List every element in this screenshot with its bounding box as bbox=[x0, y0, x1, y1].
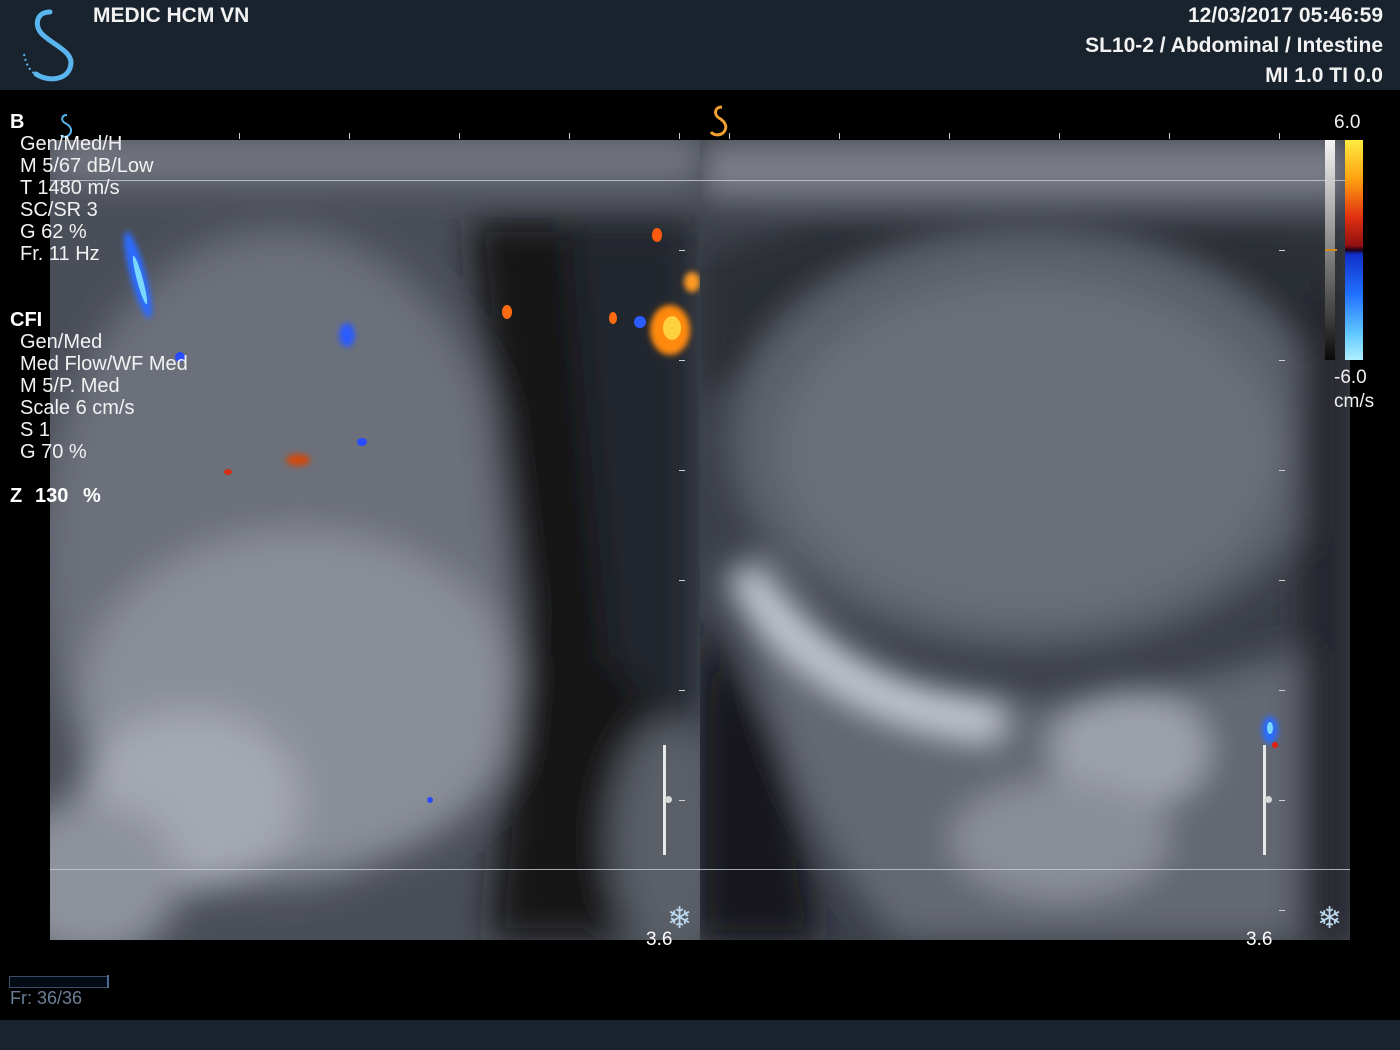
depth-tick bbox=[679, 800, 685, 801]
bmode-param: T 1480 m/s bbox=[20, 177, 120, 199]
depth-tick bbox=[679, 690, 685, 691]
cine-progress-handle[interactable] bbox=[107, 975, 109, 988]
institution-name: MEDIC HCM VN bbox=[93, 4, 250, 27]
bmode-param: SC/SR 3 bbox=[20, 199, 98, 221]
bmode-title: B bbox=[10, 111, 25, 133]
cfi-param: G 70 % bbox=[20, 441, 87, 463]
depth-tick bbox=[679, 470, 685, 471]
cfi-param: M 5/P. Med bbox=[20, 375, 120, 397]
ruler-tick bbox=[569, 133, 570, 139]
depth-tick bbox=[1279, 690, 1285, 691]
exam-datetime: 12/03/2017 05:46:59 bbox=[1188, 4, 1383, 27]
probe-preset: SL10-2 / Abdominal / Intestine bbox=[1085, 34, 1383, 57]
bmode-param: Fr. 11 Hz bbox=[20, 243, 100, 265]
cfi-param: Med Flow/WF Med bbox=[20, 353, 188, 375]
depth-tick bbox=[679, 360, 685, 361]
zoom-value: 130 bbox=[35, 485, 69, 507]
bmode-param: Gen/Med/H bbox=[20, 133, 123, 155]
ruler-tick bbox=[679, 133, 680, 139]
focus-line-top bbox=[50, 180, 1350, 181]
ruler-tick bbox=[459, 133, 460, 139]
depth-scale-marker-right bbox=[1265, 796, 1272, 803]
bmode-param: G 62 % bbox=[20, 221, 87, 243]
depth-value-right: 3.6 bbox=[1246, 929, 1273, 950]
cfi-param: Scale 6 cm/s bbox=[20, 397, 135, 419]
depth-scale-marker-left bbox=[665, 796, 672, 803]
ruler-tick bbox=[1279, 133, 1280, 139]
ultrasound-image-right[interactable] bbox=[700, 140, 1350, 940]
zoom-label: Z bbox=[10, 485, 23, 507]
depth-tick bbox=[1279, 800, 1285, 801]
frame-counter: Fr: 36/36 bbox=[10, 988, 83, 1008]
color-scale-unit: cm/s bbox=[1334, 391, 1375, 412]
depth-tick bbox=[1279, 360, 1285, 361]
footer-bar bbox=[0, 1020, 1400, 1050]
color-scale-min: -6.0 bbox=[1334, 367, 1367, 388]
active-image-marker-icon[interactable] bbox=[706, 104, 734, 138]
ultrasound-image-left[interactable] bbox=[50, 140, 700, 940]
ultrasound-right-graphic bbox=[700, 140, 1350, 940]
cfi-title: CFI bbox=[10, 309, 43, 331]
cine-progress-bar[interactable] bbox=[9, 976, 109, 988]
depth-tick bbox=[1279, 250, 1285, 251]
mi-ti-index: MI 1.0 TI 0.0 bbox=[1265, 64, 1383, 87]
depth-tick bbox=[1279, 580, 1285, 581]
depth-tick bbox=[1279, 910, 1285, 911]
depth-value-left: 3.6 bbox=[646, 929, 673, 950]
depth-tick bbox=[679, 250, 685, 251]
ultrasound-left-graphic bbox=[50, 140, 700, 940]
color-scale-max: 6.0 bbox=[1334, 112, 1361, 133]
focus-line-bottom bbox=[50, 869, 1350, 870]
bmode-param: M 5/67 dB/Low bbox=[20, 155, 154, 177]
zoom-unit: % bbox=[83, 485, 101, 507]
color-velocity-bar bbox=[1345, 140, 1363, 360]
header-bar: MEDIC HCM VN 12/03/2017 05:46:59 SL10-2 … bbox=[0, 0, 1400, 90]
cfi-param: S 1 bbox=[20, 419, 51, 441]
depth-tick bbox=[679, 580, 685, 581]
ruler-tick bbox=[839, 133, 840, 139]
logo-s-icon bbox=[23, 9, 74, 82]
ruler-tick bbox=[1169, 133, 1170, 139]
ruler-tick bbox=[949, 133, 950, 139]
freeze-snowflake-icon: ❄ bbox=[1317, 902, 1343, 935]
ruler-tick bbox=[239, 133, 240, 139]
ruler-tick bbox=[349, 133, 350, 139]
cfi-param: Gen/Med bbox=[20, 331, 103, 353]
baseline-marker bbox=[1325, 249, 1337, 251]
depth-tick bbox=[1279, 470, 1285, 471]
ruler-tick bbox=[1059, 133, 1060, 139]
